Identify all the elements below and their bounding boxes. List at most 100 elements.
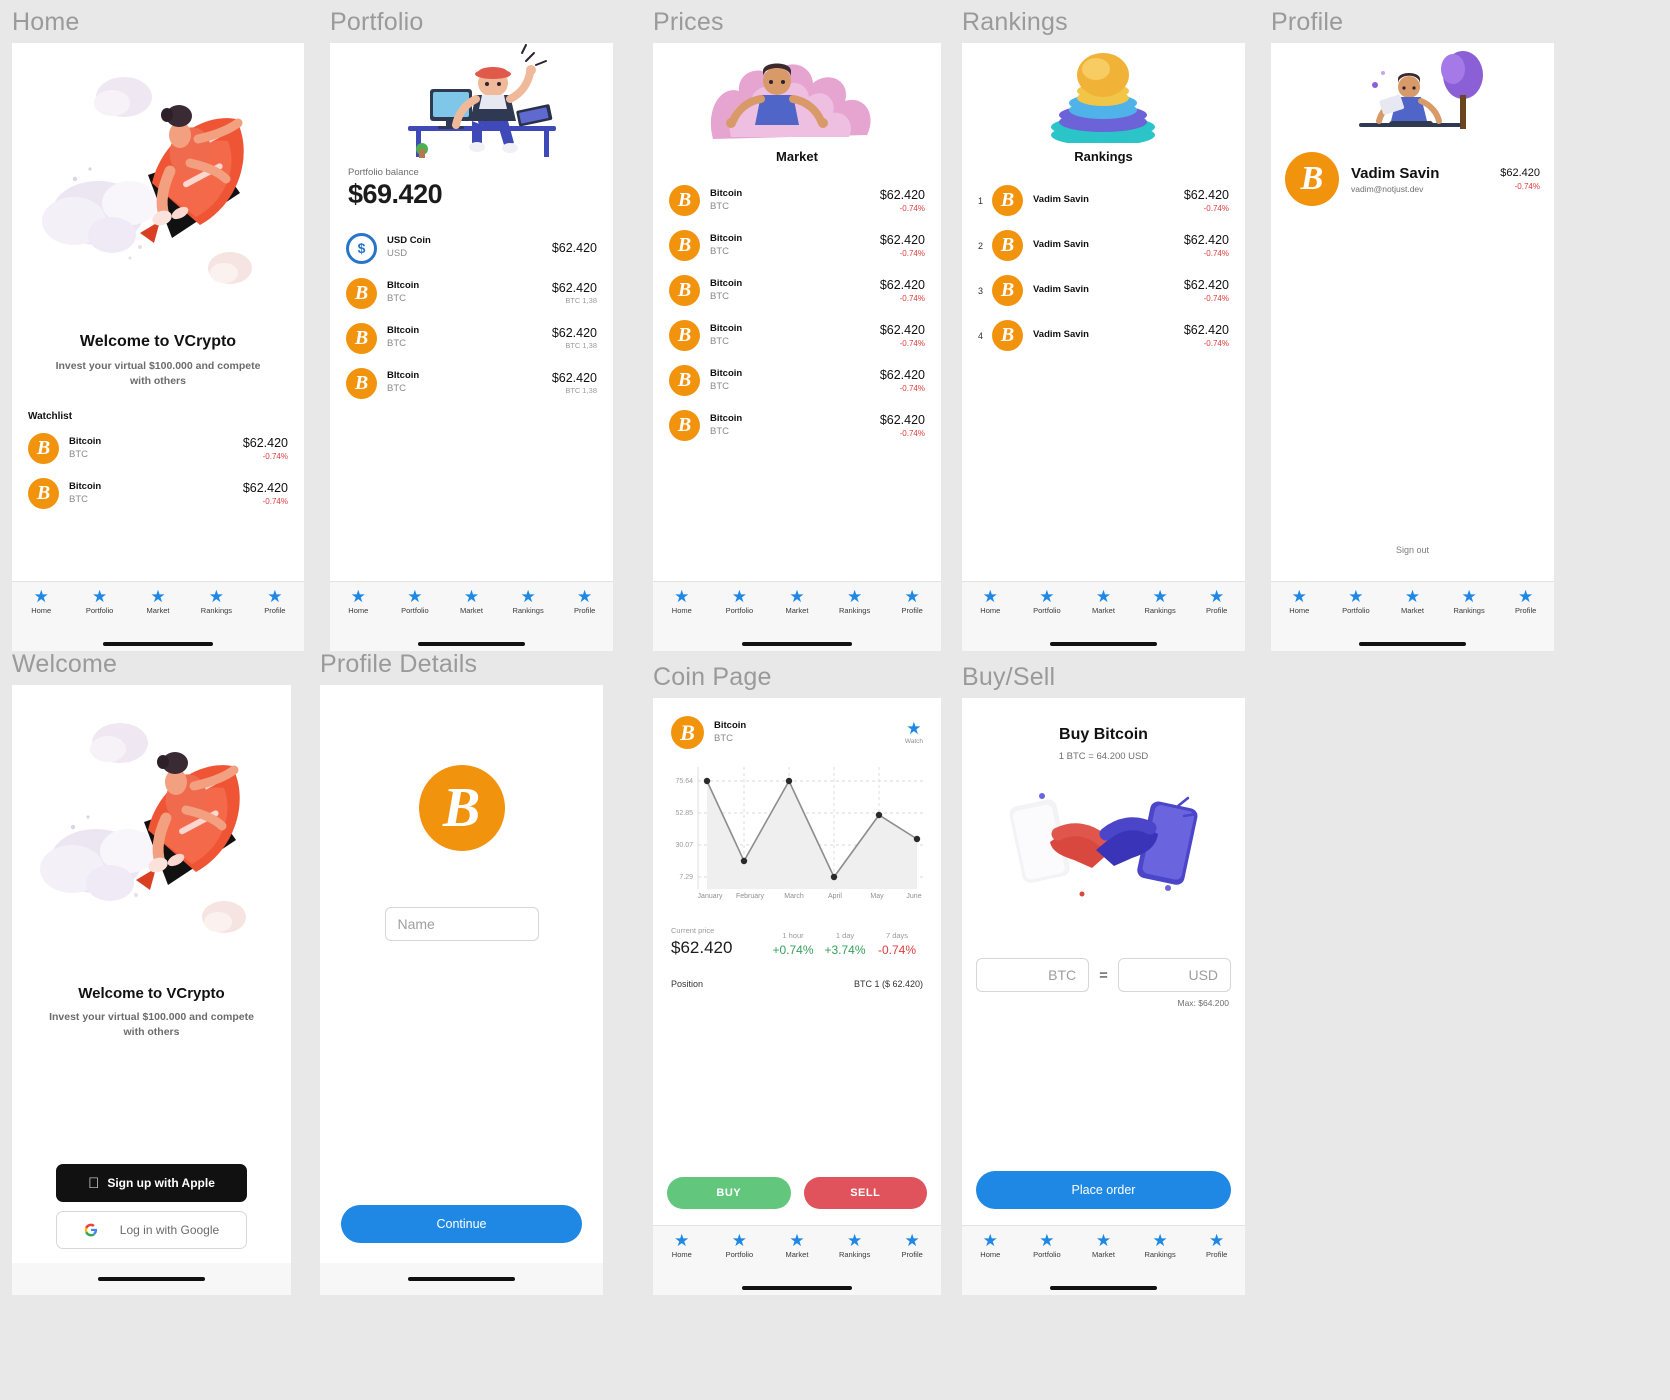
sidebar-item-home[interactable]: ★ Home (653, 1232, 711, 1259)
coin-name: Bitcoin (710, 412, 743, 424)
reading-illustration-svg (1359, 51, 1483, 129)
sidebar-item-market[interactable]: ★ Market (443, 588, 500, 615)
sidebar-item-home[interactable]: ★ Home (12, 588, 70, 615)
equals-sign: = (1099, 966, 1108, 984)
sidebar-item-portfolio[interactable]: ★ Portfolio (1328, 588, 1385, 615)
sidebar-item-home[interactable]: ★ Home (962, 588, 1019, 615)
sidebar-item-portfolio[interactable]: ★ Portfolio (1019, 588, 1076, 615)
max-label: Max: $64.200 (1177, 998, 1229, 1008)
list-item[interactable]: B Bitcoin BTC $62.420 -0.74% (653, 358, 941, 403)
list-item[interactable]: B BItcoin BTC $62.420 BTC 1,38 (330, 361, 613, 406)
position-row: Position BTC 1 ($ 62.420) (653, 959, 941, 989)
sidebar-item-profile[interactable]: ★ Profile (1497, 588, 1554, 615)
list-item[interactable]: 1 B Vadim Savin $62.420 -0.74% (962, 178, 1245, 223)
sidebar-item-profile[interactable]: ★ Profile (883, 588, 941, 615)
sidebar-item-rankings[interactable]: ★ Rankings (1441, 588, 1498, 615)
list-item[interactable]: B Bitcoin BTC $62.420 -0.74% (12, 471, 304, 516)
sidebar-item-profile[interactable]: ★ Profile (1188, 1232, 1245, 1259)
sidebar-item-profile[interactable]: ★ Profile (556, 588, 613, 615)
sidebar-item-market[interactable]: ★ Market (1075, 588, 1132, 615)
tab-label: Portfolio (725, 1250, 754, 1259)
list-item[interactable]: 4 B Vadim Savin $62.420 -0.74% (962, 313, 1245, 358)
sign-up-apple-button[interactable]:  Sign up with Apple (56, 1164, 247, 1202)
sidebar-item-portfolio[interactable]: ★ Portfolio (387, 588, 444, 615)
coin-symbol: BTC (710, 335, 729, 347)
podium-illustration-svg (1051, 53, 1155, 146)
buy-button[interactable]: BUY (667, 1177, 791, 1209)
list-item[interactable]: B Bitcoin BTC $62.420 -0.74% (653, 313, 941, 358)
sidebar-item-portfolio[interactable]: ★ Portfolio (711, 1232, 769, 1259)
coin-price: $62.420 (879, 412, 925, 427)
watch-button[interactable]: ★ Watch (905, 720, 923, 745)
star-icon: ★ (33, 587, 49, 606)
coin-subvalue: BTC 1,38 (565, 296, 597, 306)
avatar: B (1285, 152, 1339, 206)
star-icon: ★ (1518, 587, 1534, 606)
sidebar-item-rankings[interactable]: ★ Rankings (826, 1232, 884, 1259)
sidebar-item-portfolio[interactable]: ★ Portfolio (70, 588, 128, 615)
coin-symbol: BTC (710, 380, 729, 392)
list-item[interactable]: B Bitcoin BTC $62.420 -0.74% (653, 223, 941, 268)
list-item[interactable]: B Bitcoin BTC $62.420 -0.74% (653, 178, 941, 223)
sidebar-item-profile[interactable]: ★ Profile (883, 1232, 941, 1259)
list-item[interactable]: 3 B Vadim Savin $62.420 -0.74% (962, 268, 1245, 313)
sidebar-item-portfolio[interactable]: ★ Portfolio (711, 588, 769, 615)
frame-title-prices: Prices (653, 8, 724, 36)
bitcoin-icon: B (669, 320, 700, 351)
phone-portfolio: Portfolio balance $69.420 $ USD Coin USD… (330, 43, 613, 651)
sell-button[interactable]: SELL (803, 1177, 927, 1209)
sidebar-item-profile[interactable]: ★ Profile (246, 588, 304, 615)
name-field[interactable]: Name (384, 907, 539, 941)
user-value: $62.420 (1183, 322, 1229, 337)
tab-label: Home (1289, 606, 1310, 615)
sidebar-item-rankings[interactable]: ★ Rankings (826, 588, 884, 615)
sidebar-item-market[interactable]: ★ Market (1384, 588, 1441, 615)
sidebar-item-home[interactable]: ★ Home (1271, 588, 1328, 615)
bitcoin-icon: B (669, 365, 700, 396)
list-item[interactable]: B BItcoin BTC $62.420 BTC 1,38 (330, 271, 613, 316)
sidebar-item-home[interactable]: ★ Home (330, 588, 387, 615)
phone-prices: Market B Bitcoin BTC $62.420 -0.74% B Bitc… (653, 43, 941, 651)
list-item[interactable]: B Bitcoin BTC $62.420 -0.74% (12, 426, 304, 471)
list-item[interactable]: 2 B Vadim Savin $62.420 -0.74% (962, 223, 1245, 268)
bitcoin-icon: B (992, 185, 1023, 216)
home-indicator (653, 637, 941, 651)
log-in-google-button[interactable]: Log in with Google (56, 1211, 247, 1249)
list-item[interactable]: $ USD Coin USD $62.420 (330, 226, 613, 271)
sidebar-item-market[interactable]: ★ Market (129, 588, 187, 615)
sign-out-button[interactable]: Sign out (1271, 545, 1554, 581)
bitcoin-icon: B (992, 275, 1023, 306)
place-order-button-label: Place order (1071, 1183, 1136, 1197)
sidebar-item-rankings[interactable]: ★ Rankings (1132, 1232, 1189, 1259)
usd-amount-input[interactable]: USD (1117, 958, 1232, 992)
user-change: -0.74% (1203, 249, 1229, 259)
sidebar-item-market[interactable]: ★ Market (768, 588, 826, 615)
sidebar-item-rankings[interactable]: ★ Rankings (1132, 588, 1189, 615)
sidebar-item-rankings[interactable]: ★ Rankings (500, 588, 557, 615)
sidebar-item-market[interactable]: ★ Market (1075, 1232, 1132, 1259)
btc-amount-input[interactable]: BTC (976, 958, 1090, 992)
sidebar-item-home[interactable]: ★ Home (962, 1232, 1019, 1259)
coin-price: $62.420 (879, 232, 925, 247)
apple-button-label: Sign up with Apple (101, 1176, 215, 1190)
sidebar-item-home[interactable]: ★ Home (653, 588, 711, 615)
sidebar-item-portfolio[interactable]: ★ Portfolio (1019, 1232, 1076, 1259)
continue-button[interactable]: Continue (341, 1205, 582, 1243)
list-item[interactable]: B BItcoin BTC $62.420 BTC 1,38 (330, 316, 613, 361)
place-order-button[interactable]: Place order (976, 1171, 1231, 1209)
sidebar-item-rankings[interactable]: ★ Rankings (187, 588, 245, 615)
screen-rankings: Rankings 1 B Vadim Savin $62.420 -0.74% 2… (962, 43, 1245, 581)
bitcoin-icon: B (992, 320, 1023, 351)
home-title: Welcome to VCrypto (79, 333, 237, 350)
sidebar-item-profile[interactable]: ★ Profile (1188, 588, 1245, 615)
name-field-value: Name (397, 916, 435, 932)
list-item[interactable]: B Bitcoin BTC $62.420 -0.74% (653, 403, 941, 448)
tab-bar: ★ Home ★ Portfolio ★ Market ★ Rankings ★ Prof… (653, 1225, 941, 1281)
frame-welcome: Welcome Welcome to VCrypto Invest your v… (12, 652, 291, 1295)
coin-name: BItcoin (387, 280, 420, 292)
frame-portfolio: Portfolio Portfolio balance $69.420 $ US… (330, 10, 613, 651)
star-icon: ★ (982, 1231, 998, 1250)
bitcoin-icon: B (28, 433, 59, 465)
list-item[interactable]: B Bitcoin BTC $62.420 -0.74% (653, 268, 941, 313)
sidebar-item-market[interactable]: ★ Market (768, 1232, 826, 1259)
